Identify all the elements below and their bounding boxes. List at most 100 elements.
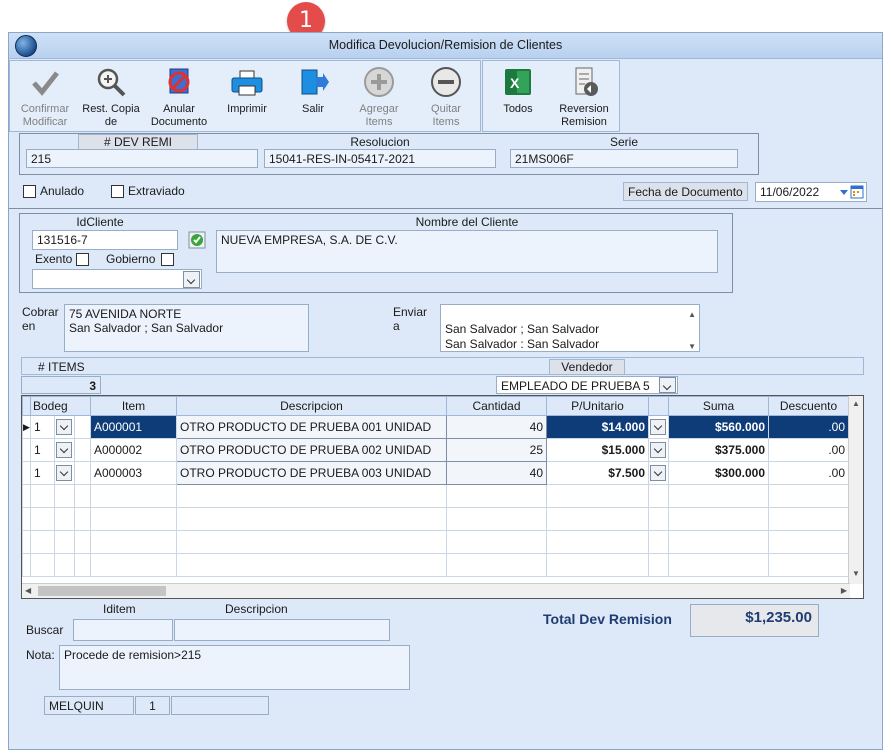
column-header-suma[interactable]: Suma [668,396,769,416]
scroll-left-icon[interactable]: ◀ [25,586,31,595]
grid-vertical-scrollbar[interactable]: ▲ ▼ [848,396,863,584]
cobrar-address-field[interactable]: 75 AVENIDA NORTE San Salvador ; San Salv… [64,304,309,352]
scroll-down-icon[interactable]: ▼ [688,339,696,351]
table-row[interactable]: 1 A000003 OTRO PRODUCTO DE PRUEBA 003 UN… [22,461,849,485]
cell-bodega[interactable]: 1 [30,415,55,439]
vendedor-dropdown[interactable]: EMPLEADO DE PRUEBA 5 [496,376,678,394]
cell-punitario[interactable]: $14.000 [546,415,649,439]
separator [9,208,882,209]
salir-button[interactable]: Salir [280,65,346,129]
chevron-down-icon[interactable] [650,465,666,481]
chevron-down-icon[interactable] [56,465,72,481]
items-grid[interactable]: Bodeg Item Descripcion Cantidad P/Unitar… [21,395,864,599]
table-row-empty[interactable] [22,507,849,531]
anular-documento-button[interactable]: Anular Documento [146,65,212,129]
extraviado-checkbox[interactable] [111,185,124,198]
cell-descuento[interactable]: .00 [768,415,849,439]
anulado-checkbox[interactable] [23,185,36,198]
column-header-item[interactable]: Item [90,396,177,416]
confirmar-modificar-button[interactable]: Confirmar Modificar [12,65,78,129]
grid-corner [22,396,31,416]
cell-suma[interactable]: $375.000 [668,438,769,462]
cell-punitario[interactable]: $15.000 [546,438,649,462]
total-label: Total Dev Remision [543,611,672,627]
cell-bodega-dropdown[interactable] [54,438,75,462]
chevron-down-icon[interactable] [650,442,666,458]
scroll-down-icon[interactable]: ▼ [852,569,860,578]
devremi-field[interactable]: 215 [26,149,258,168]
table-row[interactable]: ▶ 1 A000001 OTRO PRODUCTO DE PRUEBA 001 … [22,415,849,439]
nota-field[interactable]: Procede de remision>215 [59,645,410,690]
vendedor-value: EMPLEADO DE PRUEBA 5 [501,379,650,393]
chevron-down-icon[interactable] [56,419,72,435]
cliente-tipo-dropdown[interactable] [32,269,202,289]
table-row-empty[interactable] [22,484,849,508]
column-header-bodega[interactable]: Bodeg [30,396,91,416]
toolbar: Confirmar Modificar Rest. Copia de Anula… [9,60,481,132]
cell-bodega-dropdown[interactable] [54,415,75,439]
todos-excel-button[interactable]: X Todos [485,65,551,129]
fecha-documento-field[interactable]: 11/06/2022 [755,182,867,202]
cell-item[interactable]: A000001 [90,415,177,439]
buscar-descripcion-input[interactable] [174,619,390,641]
chevron-down-icon[interactable] [183,271,200,288]
validate-check-icon[interactable] [188,231,206,249]
column-header-punitario[interactable]: P/Unitario [546,396,649,416]
buscar-iditem-input[interactable] [73,619,173,641]
cell-cantidad[interactable]: 25 [446,438,547,462]
scroll-right-icon[interactable]: ▶ [841,586,847,595]
cell-punit-dropdown[interactable] [648,438,669,462]
cell-punit-dropdown[interactable] [648,415,669,439]
chevron-down-icon[interactable] [659,377,676,393]
row-indicator-icon: ▶ [22,415,31,439]
window-title: Modifica Devolucion/Remision de Clientes [328,38,563,52]
calendar-dropdown-icon[interactable] [838,185,864,199]
cell-punitario[interactable]: $7.500 [546,461,649,485]
devremi-label: # DEV REMI [78,134,198,150]
quitar-items-button[interactable]: Quitar Items [413,65,479,129]
resolucion-label: Resolucion [350,135,410,149]
column-header-cantidad[interactable]: Cantidad [446,396,547,416]
cell-bodega-dropdown[interactable] [54,461,75,485]
cell-item[interactable]: A000002 [90,438,177,462]
scrollbar-thumb[interactable] [38,586,166,596]
cell-cantidad[interactable]: 40 [446,461,547,485]
cell-descuento[interactable]: .00 [768,438,849,462]
items-count-label: # ITEMS [38,360,85,374]
descripcion-label: Descripcion [225,602,288,616]
exento-label: Exento [35,252,73,266]
cell-bodega[interactable]: 1 [30,461,55,485]
serie-field[interactable]: 21MS006F [510,149,738,168]
resolucion-field[interactable]: 15041-RES-IN-05417-2021 [264,149,496,168]
rest-copia-button[interactable]: Rest. Copia de [78,65,144,129]
chevron-down-icon[interactable] [650,419,666,435]
cell-descripcion[interactable]: OTRO PRODUCTO DE PRUEBA 002 UNIDAD [176,438,447,462]
agregar-items-button[interactable]: Agregar Items [346,65,412,129]
cell-item[interactable]: A000003 [90,461,177,485]
cell-descuento[interactable]: .00 [768,461,849,485]
cell-suma[interactable]: $300.000 [668,461,769,485]
column-header-descripcion[interactable]: Descripcion [176,396,447,416]
scroll-up-icon[interactable]: ▲ [852,399,860,408]
table-row-empty[interactable] [22,553,849,577]
gobierno-checkbox[interactable] [161,253,174,266]
cell-suma[interactable]: $560.000 [668,415,769,439]
scroll-up-icon[interactable]: ▲ [688,307,696,322]
cell-descripcion[interactable]: OTRO PRODUCTO DE PRUEBA 003 UNIDAD [176,461,447,485]
table-row[interactable]: 1 A000002 OTRO PRODUCTO DE PRUEBA 002 UN… [22,438,849,462]
grid-horizontal-scrollbar[interactable]: ◀ ▶ [22,583,850,598]
nombre-cliente-field[interactable]: NUEVA EMPRESA, S.A. DE C.V. [216,230,718,273]
cell-bodega[interactable]: 1 [30,438,55,462]
enviar-address-field[interactable]: San Salvador ; San Salvador San Salvador… [440,304,700,352]
table-row-empty[interactable] [22,530,849,554]
column-header-descuento[interactable]: Descuento [768,396,849,416]
imprimir-button[interactable]: Imprimir [214,65,280,129]
exento-checkbox[interactable] [76,253,89,266]
cell-cantidad[interactable]: 40 [446,415,547,439]
document-section: # DEV REMI 215 Resolucion 15041-RES-IN-0… [19,133,759,175]
idcliente-field[interactable]: 131516-7 [32,230,178,250]
chevron-down-icon[interactable] [56,442,72,458]
cell-descripcion[interactable]: OTRO PRODUCTO DE PRUEBA 001 UNIDAD [176,415,447,439]
reversion-remision-button[interactable]: Reversion Remision [551,65,617,129]
cell-punit-dropdown[interactable] [648,461,669,485]
